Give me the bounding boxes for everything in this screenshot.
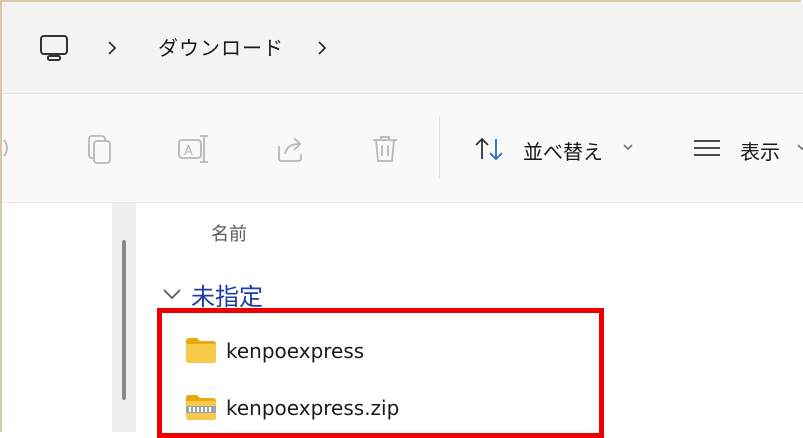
chevron-down-icon[interactable] [622,142,634,152]
group-header[interactable]: 未指定 [191,277,263,312]
svg-text:A: A [184,144,193,159]
chevron-down-icon[interactable] [161,287,183,301]
chevron-down-icon[interactable] [796,142,803,152]
pc-monitor-icon[interactable] [38,32,70,64]
sort-button[interactable]: 並べ替え [523,136,603,165]
address-bar[interactable]: ダウンロード [2,2,803,94]
delete-icon[interactable] [368,132,402,166]
view-icon[interactable] [692,138,722,158]
command-bar: A 並べ替え 表示 [2,94,803,203]
column-header-name[interactable]: 名前 [211,220,247,246]
view-button[interactable]: 表示 [740,136,780,165]
copy-icon[interactable] [82,132,116,166]
toolbar-separator [439,116,440,178]
rename-icon[interactable]: A [176,132,210,166]
sort-icon[interactable] [473,136,507,162]
highlight-box [157,308,604,438]
breadcrumb-current-folder[interactable]: ダウンロード [158,32,284,61]
chevron-right-icon[interactable] [105,38,119,58]
chevron-right-icon[interactable] [315,38,329,58]
share-icon[interactable] [273,132,307,166]
cut-icon[interactable] [2,136,12,160]
scrollbar-thumb[interactable] [122,240,126,400]
